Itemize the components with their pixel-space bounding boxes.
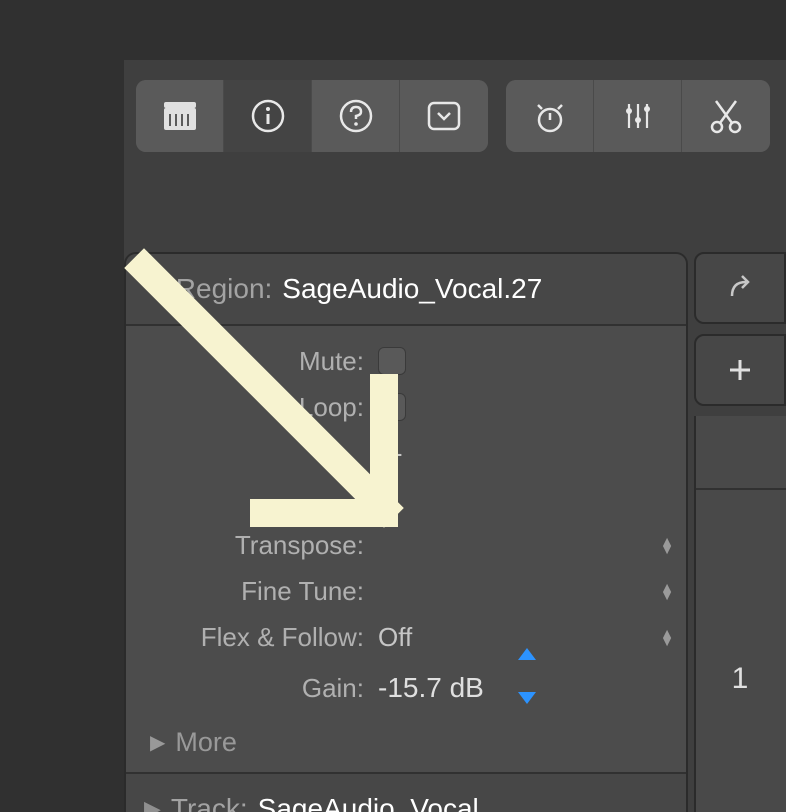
- flex-label: Flex & Follow:: [126, 622, 372, 653]
- library-button[interactable]: [136, 80, 224, 152]
- add-track-button[interactable]: [694, 334, 786, 406]
- region-header-label: Region:: [176, 273, 273, 305]
- loop-row: Loop:: [126, 384, 686, 430]
- more-disclosure-icon: ▶: [150, 730, 165, 755]
- more-label: More: [175, 727, 237, 758]
- loop-label: Loop:: [126, 392, 372, 423]
- gain-decrement-icon[interactable]: [518, 692, 536, 704]
- editors-button[interactable]: [682, 80, 770, 152]
- track-header-value[interactable]: SageAudio_Vocal: [258, 793, 479, 812]
- track-number[interactable]: 1: [694, 662, 786, 696]
- inspector-button[interactable]: [224, 80, 312, 152]
- region-body: Mute: Loop: - - - Transpose: ▲▼: [126, 326, 686, 774]
- inspector-panel: ▼ Region: SageAudio_Vocal.27 Mute: Loop:…: [124, 252, 688, 812]
- finetune-stepper[interactable]: ▲▼: [660, 583, 674, 599]
- toolbar-toggle-button[interactable]: [400, 80, 488, 152]
- library-icon: [162, 100, 198, 132]
- mute-checkbox[interactable]: [378, 347, 406, 375]
- loop-checkbox[interactable]: [378, 393, 406, 421]
- mute-row: Mute:: [126, 338, 686, 384]
- mixer-sliders-icon: [620, 98, 656, 134]
- flex-row: Flex & Follow: Off ▲▼: [126, 614, 686, 660]
- track-disclosure-icon: ▶: [144, 796, 161, 812]
- region-header[interactable]: ▼ Region: SageAudio_Vocal.27: [126, 254, 686, 326]
- toolbar-group-left: [136, 80, 488, 152]
- transpose-row: Transpose: ▲▼: [126, 522, 686, 568]
- gain-increment-icon[interactable]: [518, 648, 536, 660]
- more-row[interactable]: ▶ More: [126, 716, 686, 768]
- transpose-stepper[interactable]: ▲▼: [660, 537, 674, 553]
- help-button[interactable]: [312, 80, 400, 152]
- finetune-label: Fine Tune:: [126, 576, 372, 607]
- placeholder-row-2: -: [126, 476, 686, 522]
- gain-label: Gain:: [126, 673, 372, 704]
- finetune-row: Fine Tune: ▲▼: [126, 568, 686, 614]
- gain-stepper[interactable]: [518, 648, 536, 704]
- smart-tempo-icon: [530, 97, 570, 135]
- transpose-label: Transpose:: [126, 530, 372, 561]
- gain-row: Gain: -15.7 dB: [126, 660, 686, 716]
- track-list-header-spacer: [696, 416, 786, 490]
- main-toolbar: [124, 60, 786, 176]
- catch-playhead-icon: [724, 272, 756, 304]
- region-disclosure-icon: ▼: [144, 276, 166, 302]
- track-list-strip: 1: [694, 252, 786, 416]
- catch-playhead-button[interactable]: [694, 252, 786, 324]
- track-header[interactable]: ▶ Track: SageAudio_Vocal: [126, 774, 686, 812]
- chevron-box-icon: [426, 100, 462, 132]
- track-header-label: Track:: [171, 793, 248, 812]
- mute-label: Mute:: [126, 346, 372, 377]
- plus-icon: [726, 356, 754, 384]
- help-icon: [337, 97, 375, 135]
- scissors-icon: [708, 97, 744, 135]
- region-header-value[interactable]: SageAudio_Vocal.27: [282, 273, 542, 305]
- info-icon: [249, 97, 287, 135]
- track-number-column: [694, 416, 786, 812]
- flex-stepper[interactable]: ▲▼: [660, 629, 674, 645]
- placeholder-row-1: - -: [126, 430, 686, 476]
- mixer-button[interactable]: [594, 80, 682, 152]
- toolbar-group-right: [506, 80, 770, 152]
- placeholder-value-2: -: [372, 484, 686, 515]
- smart-tempo-button[interactable]: [506, 80, 594, 152]
- placeholder-value-1: - -: [372, 438, 686, 469]
